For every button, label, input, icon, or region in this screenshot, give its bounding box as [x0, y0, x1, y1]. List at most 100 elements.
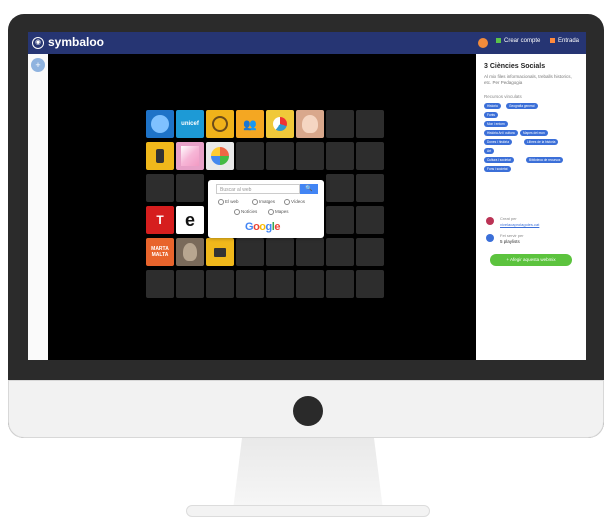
- tile-globe[interactable]: [146, 110, 174, 138]
- creator-avatar-icon: [486, 217, 494, 225]
- option-images[interactable]: Imatges: [252, 199, 275, 205]
- avatar[interactable]: [478, 38, 488, 48]
- monitor-stand-base: [186, 505, 430, 517]
- tag[interactable]: Història Art i cultura: [484, 130, 518, 136]
- tile-portrait-man[interactable]: [176, 238, 204, 266]
- google-search-widget: Buscar al web 🔍 El web Imatges Vídeos No…: [208, 180, 324, 238]
- option-maps[interactable]: Mapes: [268, 209, 289, 215]
- plus-icon: [496, 38, 501, 43]
- tile-empty[interactable]: [356, 238, 384, 266]
- monitor-stand: [233, 438, 383, 510]
- tile-people[interactable]: 👥: [236, 110, 264, 138]
- tile-empty[interactable]: [236, 238, 264, 266]
- radio-icon: [268, 209, 274, 215]
- tag[interactable]: Fonts: [484, 112, 498, 118]
- google-logo-g: G: [245, 221, 254, 233]
- tile-empty[interactable]: [326, 270, 354, 298]
- search-button[interactable]: 🔍: [300, 184, 318, 194]
- used-by-label: Fet servir per: [500, 233, 524, 238]
- tile-empty[interactable]: [146, 270, 174, 298]
- tag[interactable]: Art: [484, 148, 495, 154]
- creator-link[interactable]: vivelacaprolagoles.cat: [500, 222, 539, 227]
- option-videos[interactable]: Vídeos: [284, 199, 305, 205]
- tile-empty[interactable]: [326, 238, 354, 266]
- search-icon: 🔍: [305, 186, 313, 192]
- tile-empty[interactable]: [296, 142, 324, 170]
- add-webmix-button[interactable]: + Afegir aquesta webmix: [490, 254, 572, 266]
- tag[interactable]: Llibres de la historia: [524, 139, 559, 145]
- option-images-label: Imatges: [259, 199, 276, 205]
- tile-briefcase[interactable]: [206, 238, 234, 266]
- tile-empty[interactable]: [176, 174, 204, 202]
- tile-portrait-woman[interactable]: [296, 110, 324, 138]
- people-icon: 👥: [243, 118, 257, 131]
- tag[interactable]: Cultura i societat: [484, 157, 514, 163]
- tile-empty[interactable]: [206, 270, 234, 298]
- tile-empty[interactable]: [356, 174, 384, 202]
- e-logo: e: [184, 209, 195, 230]
- tile-empty[interactable]: [356, 270, 384, 298]
- tile-empty[interactable]: [296, 238, 324, 266]
- option-news[interactable]: Notícies: [234, 209, 257, 215]
- tile-empty[interactable]: [296, 270, 324, 298]
- tile-empty[interactable]: [326, 110, 354, 138]
- top-bar: ◉ symbaloo Crear compte Entrada: [28, 32, 586, 54]
- portrait-icon: [183, 243, 197, 261]
- google-logo-e: e: [274, 221, 280, 233]
- tile-radio[interactable]: [146, 142, 174, 170]
- tag[interactable]: Mapes del mon: [520, 130, 548, 136]
- google-logo: Google: [245, 221, 280, 233]
- tile-e[interactable]: e: [176, 206, 204, 234]
- login-button[interactable]: Entrada: [550, 38, 579, 44]
- symbaloo-logo-icon[interactable]: ◉: [32, 37, 44, 49]
- create-account-button[interactable]: Crear compte: [496, 38, 540, 44]
- tag[interactable]: Biblioteca de recursos: [526, 157, 564, 163]
- tile-empty[interactable]: [266, 270, 294, 298]
- tile-empty[interactable]: [326, 174, 354, 202]
- tile-unicef[interactable]: unicef: [176, 110, 204, 138]
- login-label: Entrada: [558, 38, 580, 45]
- add-icon[interactable]: +: [31, 58, 45, 72]
- tile-circle-chart[interactable]: [206, 142, 234, 170]
- portrait-icon: [302, 115, 318, 133]
- tile-chart[interactable]: [266, 110, 294, 138]
- tile-empty[interactable]: [146, 174, 174, 202]
- tile-empty[interactable]: [356, 110, 384, 138]
- monitor-logo-dot: [293, 396, 323, 426]
- tag[interactable]: Geografia general: [506, 103, 538, 109]
- circle-chart-icon: [211, 147, 229, 165]
- tile-empty[interactable]: [356, 206, 384, 234]
- tile-map[interactable]: [206, 110, 234, 138]
- app-logo[interactable]: symbaloo: [48, 35, 104, 49]
- tile-empty[interactable]: [266, 238, 294, 266]
- tag[interactable]: Mon i entorn: [484, 121, 508, 127]
- login-icon: [550, 38, 555, 43]
- tile-t[interactable]: T: [146, 206, 174, 234]
- briefcase-icon: [214, 247, 226, 257]
- globe-icon: [151, 115, 169, 133]
- tile-marta-malta[interactable]: MARTA MALTA: [146, 238, 174, 266]
- screen: ◉ symbaloo Crear compte Entrada + unicef…: [28, 32, 586, 360]
- option-web[interactable]: El web: [218, 199, 239, 205]
- option-videos-label: Vídeos: [291, 199, 306, 205]
- tag[interactable]: Historia: [484, 103, 501, 109]
- radio-icon: [156, 149, 164, 163]
- tag[interactable]: Dones i història: [484, 139, 512, 145]
- tile-painting[interactable]: [176, 142, 204, 170]
- option-web-label: El web: [225, 199, 239, 205]
- creator-label: Creat per: [500, 216, 517, 221]
- radio-icon: [284, 199, 290, 205]
- search-input[interactable]: Buscar al web: [216, 184, 300, 194]
- tile-empty[interactable]: [326, 142, 354, 170]
- painting-icon: [181, 146, 199, 166]
- tile-empty[interactable]: [326, 206, 354, 234]
- tile-empty[interactable]: [356, 142, 384, 170]
- tile-empty[interactable]: [266, 142, 294, 170]
- radio-icon: [234, 209, 240, 215]
- t-logo: T: [156, 213, 164, 227]
- tile-empty[interactable]: [236, 270, 264, 298]
- tile-empty[interactable]: [236, 142, 264, 170]
- tile-empty[interactable]: [176, 270, 204, 298]
- tag[interactable]: Fons i societat: [484, 166, 511, 172]
- radio-icon: [218, 199, 224, 205]
